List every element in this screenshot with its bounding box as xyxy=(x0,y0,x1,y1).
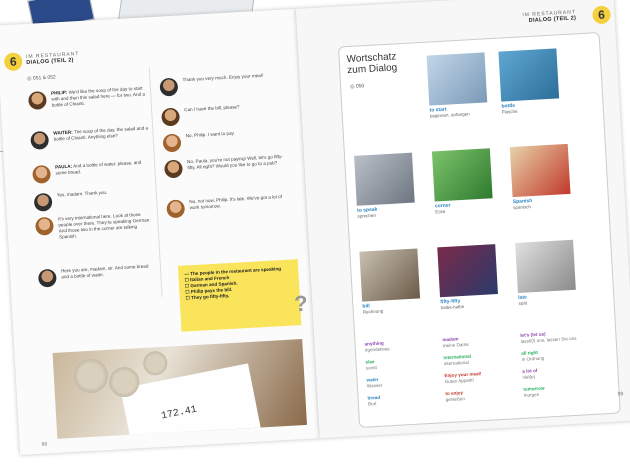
dialog-text: No, not now, Philip. It's late. We've go… xyxy=(189,193,292,211)
speaker-avatar xyxy=(161,107,181,127)
dialog-line: No, Paula, you're not paying! Well, let'… xyxy=(163,154,290,179)
audio-track[interactable]: ◎ 051 & 052 xyxy=(27,74,56,82)
vocab-image xyxy=(354,152,415,206)
vocab-entry: international international xyxy=(443,354,471,367)
vocab-entry: bread Brot xyxy=(367,395,380,407)
coin xyxy=(72,357,109,394)
vocab-image xyxy=(498,48,560,102)
receipt-photo: 172.41 xyxy=(52,339,307,439)
vocab-image xyxy=(431,148,493,202)
audio-track[interactable]: ◎ 050 xyxy=(350,83,364,90)
lesson-header: IM RESTAURANT DIALOG (TEIL 2) xyxy=(522,9,577,24)
speaker-avatar xyxy=(162,133,182,153)
vocab-tile: bill Rechnung xyxy=(359,248,421,315)
vocab-entry: else sonst xyxy=(365,359,377,371)
vocab-tile: late spät xyxy=(515,239,576,306)
dialog-line: It's very international here. Look at th… xyxy=(34,211,154,242)
vocab-image xyxy=(437,244,498,298)
dialog-text: WAITER: The soup of the day, the salad a… xyxy=(53,125,149,142)
vocab-translation: genießen xyxy=(445,395,466,402)
vocab-tile: corner Ecke xyxy=(431,148,493,214)
dialog-line: No, Philip. I want to pay. xyxy=(162,128,289,153)
vocab-translation: morgen xyxy=(523,391,540,398)
dialog-sentence: Thank you very much. Enjoy your meal! xyxy=(182,72,264,83)
vocab-entry: tomorrow morgen xyxy=(523,386,545,398)
right-page: 6 IM RESTAURANT DIALOG (TEIL 2) Wortscha… xyxy=(295,0,630,439)
dialog-line: No, not now, Philip. It's late. We've go… xyxy=(166,193,292,219)
dialog-sentence: Here you are, madam, sir. And some bread… xyxy=(60,263,149,280)
book-spread: 6 IM RESTAURANT DIALOG (TEIL 2) ◎ 051 & … xyxy=(0,0,630,465)
vocab-image xyxy=(426,52,488,106)
speaker-name: PAULA: xyxy=(55,163,73,170)
dialog-text: PHILIP: We'd like the soup of the day to… xyxy=(51,85,147,108)
receipt xyxy=(120,363,262,439)
lesson-badge: 6 xyxy=(3,52,23,72)
page-number: 89 xyxy=(617,391,624,398)
lesson-badge: 6 xyxy=(592,5,612,25)
vocab-image xyxy=(515,239,576,293)
vocab-image xyxy=(509,143,571,198)
vocab-tile: to speak sprechen xyxy=(354,152,415,219)
vocab-entry: all right in Ordnung xyxy=(521,350,544,362)
vocab-image xyxy=(359,248,421,302)
dialog-sentence: No, Paula, you're not paying! Well, let'… xyxy=(186,153,283,171)
dialog-sentence: It's very international here. Look at th… xyxy=(57,211,151,240)
speaker-avatar xyxy=(37,268,57,288)
dialog-text: Here you are, madam, sir. And some bread… xyxy=(61,263,157,280)
vocabulary-tiles: to start beginnen, anfangen bottle Flasche t… xyxy=(296,0,614,315)
speaker-avatar xyxy=(32,164,52,184)
vocab-translation: sonst xyxy=(365,364,377,371)
page-number: 88 xyxy=(41,441,48,448)
dialog-line: Can I have the bill, please? xyxy=(161,102,287,127)
vocab-translation: Brot xyxy=(367,400,377,406)
speaker-avatar xyxy=(163,159,183,179)
dialog-text: Can I have the bill, please? xyxy=(184,104,240,113)
dialog-sentence: Can I have the bill, please? xyxy=(184,104,240,113)
speaker-avatar xyxy=(166,199,186,219)
speaker-avatar xyxy=(33,192,53,212)
dialog-line: PAULA: And a bottle of water, please, an… xyxy=(32,159,151,184)
vocab-tile: Spanish spanisch xyxy=(509,143,571,210)
vocabulary-title: Wortschatz zum Dialog xyxy=(346,51,398,77)
dialog-line: Here you are, madam, sir. And some bread… xyxy=(37,263,157,288)
vocab-tile: to start beginnen, anfangen xyxy=(426,52,488,119)
speaker-avatar xyxy=(30,130,50,150)
question-mark-icon: ? xyxy=(293,290,309,317)
vocab-word: bread xyxy=(367,394,381,401)
vocab-entry: a lot of viel(e) xyxy=(522,368,538,380)
dialog-sentence: No, Philip. I want to pay. xyxy=(185,130,235,139)
vocab-translation: Wasser xyxy=(366,382,383,389)
vocab-entry: to enjoy genießen xyxy=(445,390,465,402)
vocab-translation: viel(e) xyxy=(522,373,536,380)
vocab-entry: Enjoy your meal! Guten Appetit! xyxy=(444,371,482,384)
quiz-box: — The people in the restaurant are speak… xyxy=(177,259,302,332)
dialog-sentence: Yes, madam. Thank you. xyxy=(56,189,108,198)
coin xyxy=(142,350,168,376)
dialog-line: Thank you very much. Enjoy your meal! xyxy=(159,72,285,97)
dialog-text: No, Paula, you're not paying! Well, let'… xyxy=(187,154,290,172)
dialog-line: Yes, madam. Thank you. xyxy=(33,187,153,212)
vocab-entry: madam meine Dame xyxy=(442,336,469,348)
speaker-name: PHILIP: xyxy=(50,89,68,96)
vocab-tile: bottle Flasche xyxy=(498,48,560,115)
speaker-avatar xyxy=(159,77,179,97)
dialog-text: Thank you very much. Enjoy your meal! xyxy=(182,73,263,83)
left-page: 6 IM RESTAURANT DIALOG (TEIL 2) ◎ 051 & … xyxy=(0,8,320,455)
dialog-line: PHILIP: We'd like the soup of the day to… xyxy=(27,85,147,110)
vocabulary-list: anything irgendetwas madam meine Dame let's … xyxy=(296,0,614,406)
lesson-header: IM RESTAURANT DIALOG (TEIL 2) xyxy=(25,51,80,67)
vocab-entry: water Wasser xyxy=(366,377,382,389)
dialog-line: WAITER: The soup of the day, the salad a… xyxy=(30,125,149,150)
dialog-text: It's very international here. Look at th… xyxy=(58,211,154,240)
dialog-text: PAULA: And a bottle of water, please, an… xyxy=(55,159,151,176)
dialog-text: No, Philip. I want to pay. xyxy=(186,131,235,140)
dialog-sentence: No, not now, Philip. It's late. We've go… xyxy=(189,193,283,211)
speaker-avatar xyxy=(34,216,54,236)
dialog-text: Yes, madam. Thank you. xyxy=(57,190,108,199)
vocab-tile: fifty-fifty halbe-halbe xyxy=(437,244,498,310)
vocab-entry: anything irgendetwas xyxy=(364,340,389,353)
speaker-avatar xyxy=(27,90,47,110)
